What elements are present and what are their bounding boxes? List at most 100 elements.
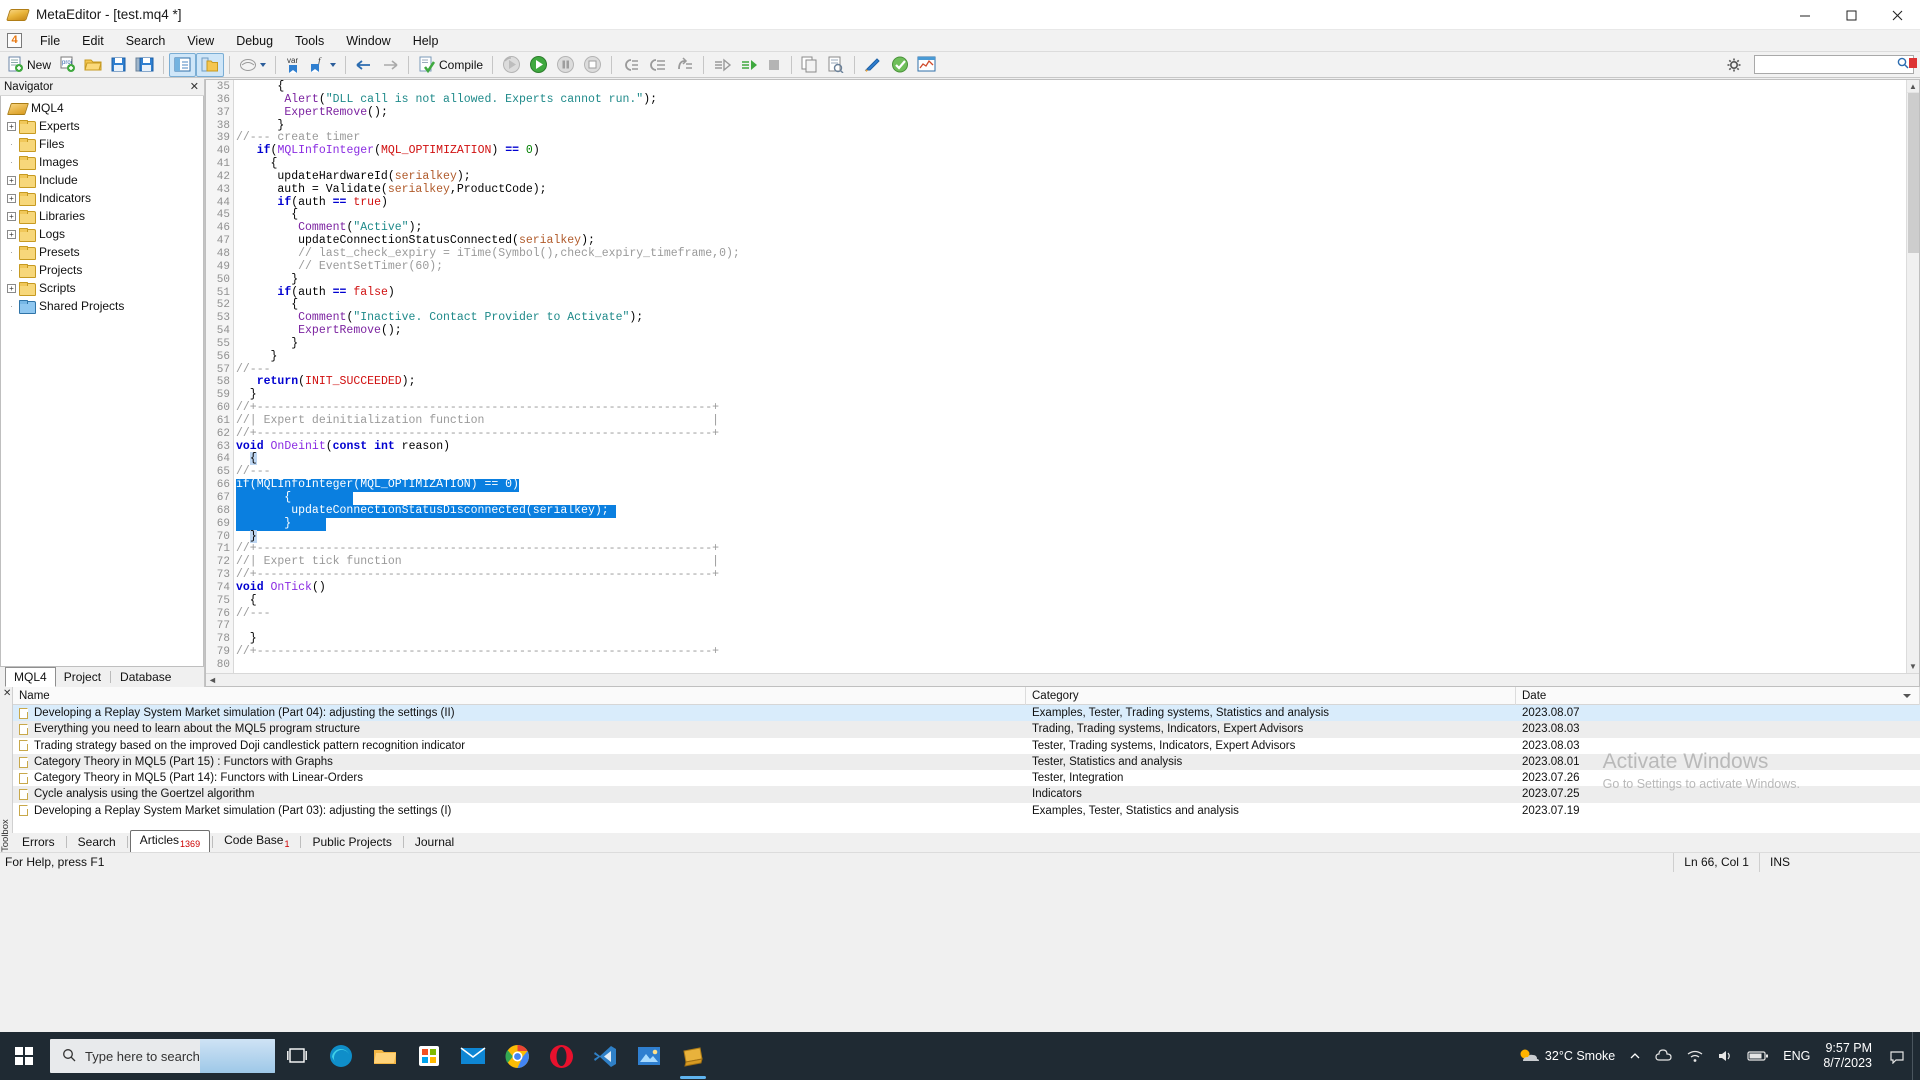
function-dropdown-caret[interactable] <box>330 63 336 67</box>
show-hidden-icons-chevron[interactable] <box>1622 1050 1648 1062</box>
run-script-button[interactable] <box>736 53 763 77</box>
copy-icon[interactable] <box>797 53 823 77</box>
taskbar-search-input[interactable]: Type here to search <box>50 1039 275 1073</box>
table-row[interactable]: Trading strategy based on the improved D… <box>13 738 1920 754</box>
debug-history-button[interactable] <box>498 53 525 77</box>
compile-button[interactable]: Compile <box>414 53 487 77</box>
tree-item-presets[interactable]: ·Presets <box>1 243 203 261</box>
code-line[interactable]: { <box>234 595 1919 608</box>
network-icon[interactable] <box>1680 1049 1710 1063</box>
run-to-cursor-button[interactable] <box>709 53 736 77</box>
edge-icon[interactable] <box>319 1032 363 1080</box>
print-button[interactable] <box>235 53 270 77</box>
save-all-button[interactable] <box>131 53 158 77</box>
insert-function-button[interactable]: f <box>306 53 340 77</box>
start-debug-button[interactable] <box>525 53 552 77</box>
chart-window-icon[interactable] <box>913 53 941 77</box>
navigate-back-button[interactable] <box>351 53 377 77</box>
code-text[interactable]: { Alert("DLL call is not allowed. Expert… <box>234 80 1919 673</box>
expander-icon[interactable]: + <box>7 122 16 131</box>
show-desktop-button[interactable] <box>1912 1032 1920 1080</box>
battery-icon[interactable] <box>1740 1050 1776 1062</box>
code-line[interactable]: Alert("DLL call is not allowed. Experts … <box>234 94 1919 107</box>
toolbox-tab-public-projects[interactable]: Public Projects <box>303 833 400 852</box>
photos-icon[interactable] <box>627 1032 671 1080</box>
microsoft-store-icon[interactable] <box>407 1032 451 1080</box>
code-line[interactable]: if(auth == false) <box>234 287 1919 300</box>
code-line[interactable]: } <box>234 351 1919 364</box>
menu-debug[interactable]: Debug <box>225 32 284 50</box>
code-editor[interactable]: 3536373839404142434445464748495051525354… <box>205 79 1920 687</box>
insert-variable-button[interactable]: var <box>281 53 306 77</box>
code-line[interactable]: void OnTick() <box>234 582 1919 595</box>
code-line[interactable]: //+-------------------------------------… <box>234 428 1919 441</box>
nav-tab-mql4[interactable]: MQL4 <box>5 667 56 687</box>
toolbox-tab-errors[interactable]: Errors <box>13 833 64 852</box>
tree-item-files[interactable]: ·Files <box>1 135 203 153</box>
column-header-category[interactable]: Category <box>1026 687 1516 705</box>
stop-script-button[interactable] <box>763 53 786 77</box>
code-area[interactable]: 3536373839404142434445464748495051525354… <box>206 80 1919 673</box>
code-line[interactable]: if(auth == true) <box>234 197 1919 210</box>
toolbar-search-input[interactable] <box>1754 55 1914 74</box>
code-line[interactable]: { <box>234 453 1919 466</box>
editor-vertical-scrollbar[interactable]: ▲ ▼ <box>1906 80 1919 673</box>
tree-item-shared-projects[interactable]: ·Shared Projects <box>1 297 203 315</box>
tree-item-images[interactable]: ·Images <box>1 153 203 171</box>
code-line[interactable]: { <box>234 492 1919 505</box>
save-button[interactable] <box>106 53 131 77</box>
editor-horizontal-scrollbar[interactable]: ◄ <box>206 673 1919 686</box>
expander-icon[interactable]: + <box>7 212 16 221</box>
code-line[interactable]: Comment("Inactive. Contact Provider to A… <box>234 312 1919 325</box>
toggle-toolbox-button[interactable] <box>196 53 224 77</box>
mail-icon[interactable] <box>451 1032 495 1080</box>
navigator-close-icon[interactable]: ✕ <box>190 80 199 93</box>
code-line[interactable]: } <box>234 274 1919 287</box>
code-line[interactable]: } <box>234 518 1919 531</box>
windows-start-icon[interactable] <box>0 1032 48 1080</box>
tree-item-libraries[interactable]: +Libraries <box>1 207 203 225</box>
taskbar-clock[interactable]: 9:57 PM 8/7/2023 <box>1817 1041 1882 1071</box>
styler-icon[interactable] <box>860 53 887 77</box>
toolbox-tab-journal[interactable]: Journal <box>406 833 463 852</box>
code-line[interactable]: ExpertRemove(); <box>234 325 1919 338</box>
onedrive-icon[interactable] <box>1648 1049 1680 1063</box>
code-line[interactable]: ExpertRemove(); <box>234 107 1919 120</box>
code-line[interactable]: } <box>234 338 1919 351</box>
table-row[interactable]: Everything you need to learn about the M… <box>13 721 1920 737</box>
expander-icon[interactable]: + <box>7 230 16 239</box>
tree-item-indicators[interactable]: +Indicators <box>1 189 203 207</box>
code-line[interactable]: } <box>234 120 1919 133</box>
code-line[interactable] <box>234 659 1919 672</box>
new-file-button[interactable]: New <box>3 53 55 77</box>
table-row[interactable]: Developing a Replay System Market simula… <box>13 705 1920 721</box>
settings-gear-icon[interactable] <box>1724 55 1744 74</box>
language-indicator[interactable]: ENG <box>1776 1049 1817 1063</box>
code-line[interactable]: if(MQLInfoInteger(MQL_OPTIMIZATION) == 0… <box>234 145 1919 158</box>
tree-item-include[interactable]: +Include <box>1 171 203 189</box>
menu-tools[interactable]: Tools <box>284 32 335 50</box>
metaeditor-icon[interactable] <box>671 1032 715 1080</box>
menu-view[interactable]: View <box>176 32 225 50</box>
code-line[interactable]: //--- <box>234 608 1919 621</box>
tree-item-scripts[interactable]: +Scripts <box>1 279 203 297</box>
minimize-button[interactable] <box>1782 0 1828 30</box>
file-explorer-icon[interactable] <box>363 1032 407 1080</box>
table-row[interactable]: Developing a Replay System Market simula… <box>13 803 1920 819</box>
code-line[interactable]: if(MQLInfoInteger(MQL_OPTIMIZATION) == 0… <box>234 479 1919 492</box>
menu-window[interactable]: Window <box>335 32 401 50</box>
vscode-icon[interactable] <box>583 1032 627 1080</box>
code-line[interactable]: // last_check_expiry = iTime(Symbol(),ch… <box>234 248 1919 261</box>
code-line[interactable]: //+-------------------------------------… <box>234 569 1919 582</box>
toolbox-tab-articles[interactable]: Articles1369 <box>130 830 210 852</box>
pause-debug-button[interactable] <box>552 53 579 77</box>
step-out-button[interactable] <box>671 53 698 77</box>
code-line[interactable] <box>234 620 1919 633</box>
print-dropdown-caret[interactable] <box>260 63 266 67</box>
toolbox-tab-search[interactable]: Search <box>69 833 125 852</box>
code-line[interactable]: return(INIT_SUCCEEDED); <box>234 376 1919 389</box>
expander-icon[interactable]: + <box>7 284 16 293</box>
scroll-down-arrow[interactable]: ▼ <box>1907 660 1919 673</box>
menu-edit[interactable]: Edit <box>71 32 115 50</box>
menu-file[interactable]: File <box>29 32 71 50</box>
